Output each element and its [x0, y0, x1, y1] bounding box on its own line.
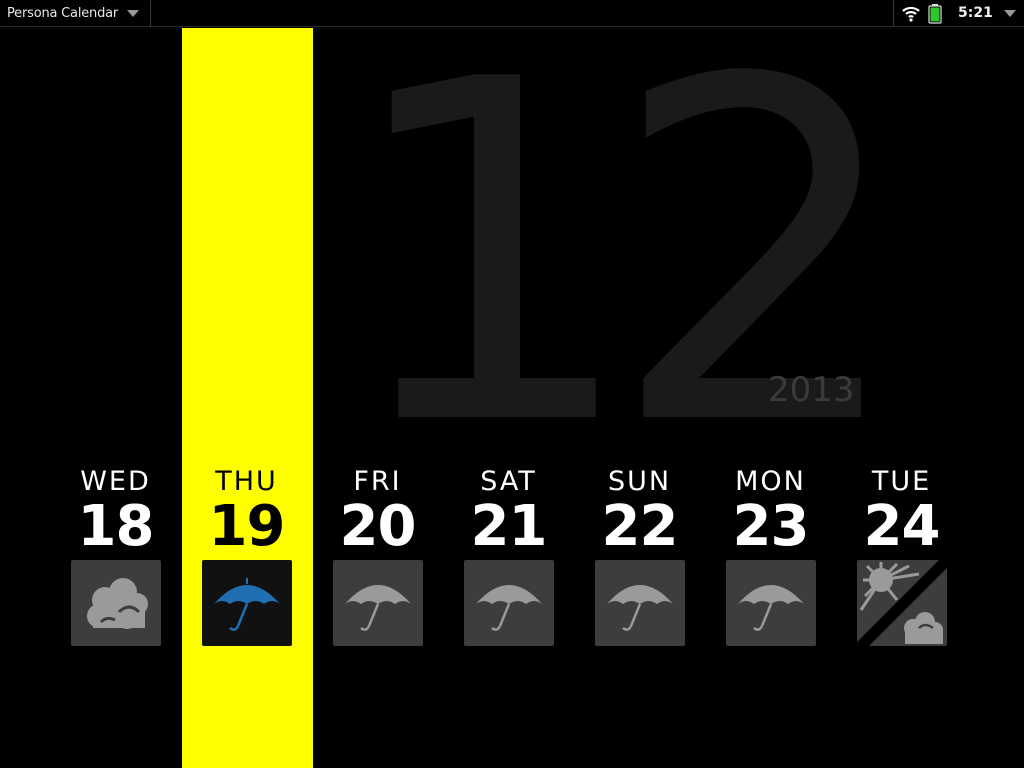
day-sun[interactable]: SUN 22 — [574, 466, 705, 556]
day-mon[interactable]: MON 23 — [705, 466, 836, 556]
system-menu-caret-icon[interactable] — [1004, 10, 1016, 17]
day-number: 24 — [863, 494, 941, 559]
year-label: 2013 — [768, 370, 855, 410]
rain-umbrella-icon[interactable] — [464, 560, 554, 646]
rain-umbrella-icon[interactable] — [202, 560, 292, 646]
cloudy-icon[interactable] — [71, 560, 161, 646]
day-number: 21 — [470, 494, 548, 559]
wifi-icon — [901, 4, 921, 26]
rain-umbrella-icon[interactable] — [333, 560, 423, 646]
day-number: 22 — [601, 494, 679, 559]
rain-umbrella-icon[interactable] — [726, 560, 816, 646]
month-number: 12 — [340, 0, 908, 528]
app-title: Persona Calendar — [7, 6, 119, 21]
today-highlight — [182, 28, 313, 768]
day-number: 18 — [77, 494, 155, 559]
clock: 5:21 — [958, 5, 993, 21]
day-number: 19 — [208, 494, 286, 559]
system-menu[interactable]: 5:21 — [893, 0, 1024, 27]
app-menu-caret-icon[interactable] — [127, 10, 139, 17]
day-thu-today[interactable]: THU 19 — [181, 466, 312, 556]
day-wed[interactable]: WED 18 — [50, 466, 181, 556]
day-tue[interactable]: TUE 24 — [836, 466, 967, 556]
day-number: 20 — [339, 494, 417, 559]
rain-umbrella-icon[interactable] — [595, 560, 685, 646]
day-fri[interactable]: FRI 20 — [312, 466, 443, 556]
sun-cloud-split-icon[interactable] — [857, 560, 947, 646]
battery-icon — [928, 4, 942, 28]
app-menu[interactable]: Persona Calendar — [0, 0, 151, 27]
day-sat[interactable]: SAT 21 — [443, 466, 574, 556]
day-number: 23 — [732, 494, 810, 559]
